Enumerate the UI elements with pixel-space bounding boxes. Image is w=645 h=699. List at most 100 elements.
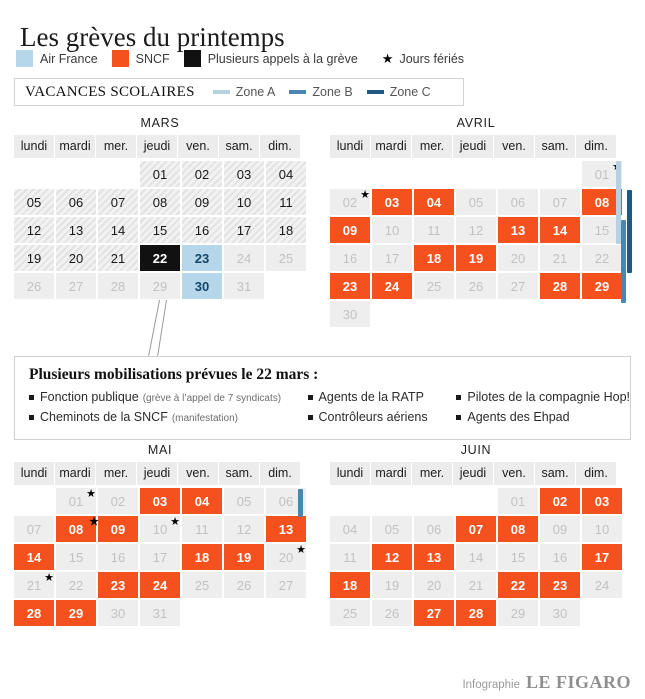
calendar-day-01[interactable]: 01★ <box>56 488 96 514</box>
calendar-day-30[interactable]: 30 <box>540 600 580 626</box>
calendar-day-10[interactable]: 10 ★ <box>140 516 180 542</box>
calendar-day-14[interactable]: 14 <box>540 217 580 243</box>
calendar-day-24[interactable]: 24 <box>140 572 180 598</box>
calendar-day-11[interactable]: 11 <box>330 544 370 570</box>
calendar-day-28[interactable]: 28 <box>14 600 54 626</box>
calendar-day-29[interactable]: 29 <box>140 273 180 299</box>
calendar-day-26[interactable]: 26 <box>456 273 496 299</box>
calendar-day-22[interactable]: 22 <box>582 245 622 271</box>
calendar-day-04[interactable]: 04 <box>182 488 222 514</box>
calendar-day-09[interactable]: 09 <box>182 189 222 215</box>
calendar-day-16[interactable]: 16 <box>330 245 370 271</box>
calendar-day-20[interactable]: 20 <box>414 572 454 598</box>
calendar-day-21[interactable]: 21 ★ <box>14 572 54 598</box>
calendar-day-30[interactable]: 30 <box>98 600 138 626</box>
calendar-day-27[interactable]: 27 <box>414 600 454 626</box>
calendar-day-14[interactable]: 14 <box>98 217 138 243</box>
calendar-day-25[interactable]: 25 <box>266 245 306 271</box>
calendar-day-24[interactable]: 24 <box>582 572 622 598</box>
calendar-day-07[interactable]: 07 <box>14 516 54 542</box>
calendar-day-24[interactable]: 24 <box>224 245 264 271</box>
calendar-day-29[interactable]: 29 <box>498 600 538 626</box>
calendar-day-10[interactable]: 10 <box>224 189 264 215</box>
calendar-day-08[interactable]: 08 <box>498 516 538 542</box>
calendar-day-02[interactable]: 02 ★ <box>330 189 370 215</box>
calendar-day-25[interactable]: 25 <box>182 572 222 598</box>
calendar-day-31[interactable]: 31 <box>140 600 180 626</box>
calendar-day-09[interactable]: 09 <box>330 217 370 243</box>
calendar-day-02[interactable]: 02 <box>182 161 222 187</box>
calendar-day-07[interactable]: 07 <box>540 189 580 215</box>
calendar-day-05[interactable]: 05 <box>372 516 412 542</box>
calendar-day-02[interactable]: 02 <box>98 488 138 514</box>
calendar-day-03[interactable]: 03 <box>224 161 264 187</box>
calendar-day-23[interactable]: 23 <box>182 245 222 271</box>
calendar-day-27[interactable]: 27 <box>266 572 306 598</box>
calendar-day-16[interactable]: 16 <box>98 544 138 570</box>
calendar-day-11[interactable]: 11 <box>266 189 306 215</box>
calendar-day-26[interactable]: 26 <box>14 273 54 299</box>
calendar-day-11[interactable]: 11 <box>414 217 454 243</box>
calendar-day-05[interactable]: 05 <box>14 189 54 215</box>
calendar-day-04[interactable]: 04 <box>414 189 454 215</box>
calendar-day-30[interactable]: 30 <box>330 301 370 327</box>
calendar-day-22[interactable]: 22 <box>498 572 538 598</box>
calendar-day-16[interactable]: 16 <box>540 544 580 570</box>
calendar-day-26[interactable]: 26 <box>372 600 412 626</box>
calendar-day-28[interactable]: 28 <box>540 273 580 299</box>
calendar-day-19[interactable]: 19 <box>224 544 264 570</box>
calendar-day-23[interactable]: 23 <box>98 572 138 598</box>
calendar-day-29[interactable]: 29 <box>582 273 622 299</box>
calendar-day-15[interactable]: 15 <box>140 217 180 243</box>
calendar-day-05[interactable]: 05 <box>456 189 496 215</box>
calendar-day-15[interactable]: 15 <box>498 544 538 570</box>
calendar-day-07[interactable]: 07 <box>98 189 138 215</box>
calendar-day-21[interactable]: 21 <box>98 245 138 271</box>
calendar-day-24[interactable]: 24 <box>372 273 412 299</box>
calendar-day-13[interactable]: 13 <box>414 544 454 570</box>
calendar-day-18[interactable]: 18 <box>266 217 306 243</box>
calendar-day-03[interactable]: 03 <box>140 488 180 514</box>
calendar-day-09[interactable]: 09 <box>540 516 580 542</box>
calendar-day-22[interactable]: 22 <box>140 245 180 271</box>
calendar-day-17[interactable]: 17 <box>372 245 412 271</box>
calendar-day-11[interactable]: 11 <box>182 516 222 542</box>
calendar-day-20[interactable]: 20 <box>498 245 538 271</box>
calendar-day-17[interactable]: 17 <box>582 544 622 570</box>
calendar-day-08[interactable]: 08 ★ <box>56 516 99 542</box>
calendar-day-31[interactable]: 31 <box>224 273 264 299</box>
calendar-day-06[interactable]: 06 <box>414 516 454 542</box>
calendar-day-01[interactable]: 01 <box>140 161 180 187</box>
calendar-day-29[interactable]: 29 <box>56 600 96 626</box>
calendar-day-17[interactable]: 17 <box>224 217 264 243</box>
calendar-day-23[interactable]: 23 <box>540 572 580 598</box>
calendar-day-28[interactable]: 28 <box>98 273 138 299</box>
calendar-day-12[interactable]: 12 <box>14 217 54 243</box>
calendar-day-07[interactable]: 07 <box>456 516 496 542</box>
calendar-day-04[interactable]: 04 <box>266 161 306 187</box>
calendar-day-17[interactable]: 17 <box>140 544 180 570</box>
calendar-day-01[interactable]: 01 <box>498 488 538 514</box>
calendar-day-15[interactable]: 15 <box>56 544 96 570</box>
calendar-day-26[interactable]: 26 <box>224 572 264 598</box>
calendar-day-13[interactable]: 13 <box>498 217 538 243</box>
calendar-day-06[interactable]: 06 <box>498 189 538 215</box>
calendar-day-06[interactable]: 06 <box>56 189 96 215</box>
calendar-day-12[interactable]: 12 <box>224 516 264 542</box>
calendar-day-19[interactable]: 19 <box>456 245 496 271</box>
calendar-day-25[interactable]: 25 <box>414 273 454 299</box>
calendar-day-10[interactable]: 10 <box>372 217 412 243</box>
calendar-day-19[interactable]: 19 <box>372 572 412 598</box>
calendar-day-09[interactable]: 09 <box>98 516 138 542</box>
calendar-day-23[interactable]: 23 <box>330 273 370 299</box>
calendar-day-20[interactable]: 20 <box>56 245 96 271</box>
calendar-day-14[interactable]: 14 <box>456 544 496 570</box>
calendar-day-08[interactable]: 08 <box>140 189 180 215</box>
calendar-day-28[interactable]: 28 <box>456 600 496 626</box>
calendar-day-30[interactable]: 30 <box>182 273 222 299</box>
calendar-day-25[interactable]: 25 <box>330 600 370 626</box>
calendar-day-03[interactable]: 03 <box>582 488 622 514</box>
calendar-day-22[interactable]: 22 <box>56 572 96 598</box>
calendar-day-16[interactable]: 16 <box>182 217 222 243</box>
calendar-day-27[interactable]: 27 <box>56 273 96 299</box>
